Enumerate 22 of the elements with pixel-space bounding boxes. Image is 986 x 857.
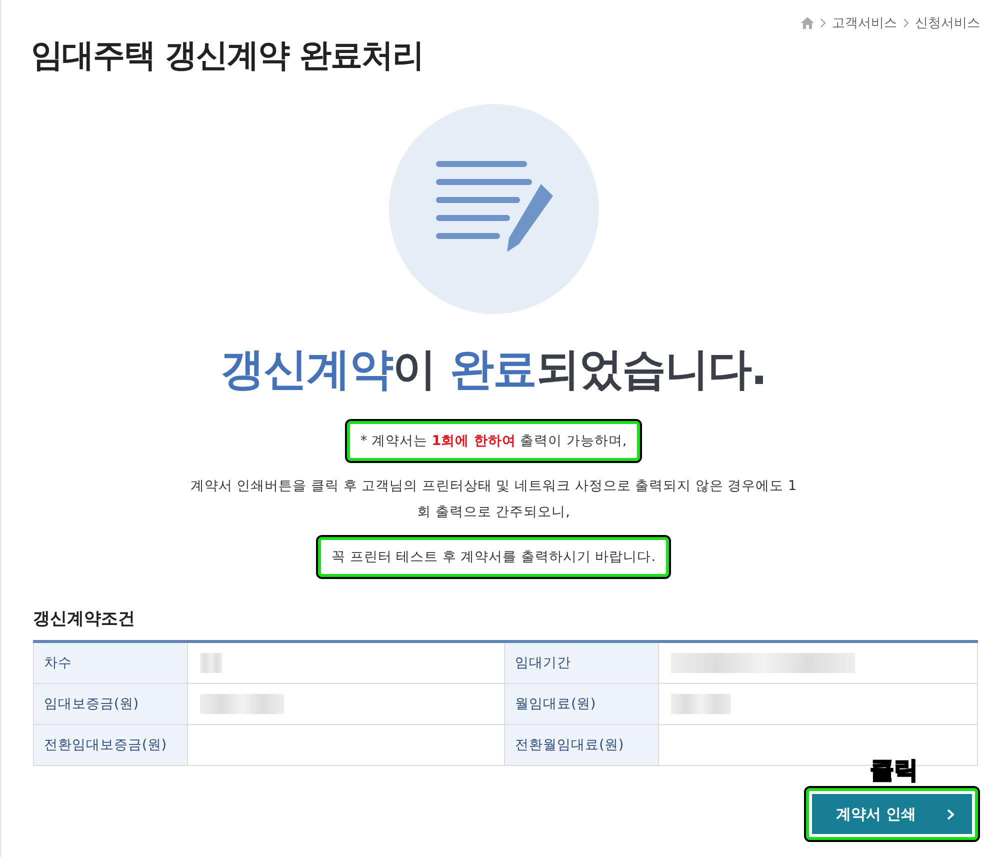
annotation-label: 클릭 (870, 755, 918, 786)
section-title: 갱신계약조건 (33, 608, 136, 630)
redacted-value (671, 694, 732, 714)
print-button[interactable]: 계약서 인쇄 (812, 794, 972, 834)
row-label: 차수 (34, 642, 188, 684)
highlighted-notice: 꼭 프린터 테스트 후 계약서를 출력하시기 바랍니다. (318, 537, 669, 577)
row-label: 월임대료(원) (504, 684, 659, 724)
chevron-icon (947, 808, 954, 820)
row-label: 전환월임대료(원) (504, 724, 659, 766)
row-label: 전환임대보증금(원) (34, 724, 188, 766)
row-label: 임대보증금(원) (34, 684, 188, 724)
notice-text: 계약서 인쇄버튼을 클릭 후 고객님의 프린터상태 및 네트워크 사정으로 출력되지 않은 경우에도 1회 출력으로 간주되오니, (189, 477, 798, 522)
breadcrumb-link[interactable]: 신청서비스 (915, 14, 980, 32)
page-title: 임대주택 갱신계약 완료처리 (31, 35, 424, 76)
home-icon[interactable] (801, 17, 814, 29)
chevron-icon (820, 18, 826, 28)
chevron-icon (903, 18, 909, 28)
completion-message: 갱신계약이 완료되었습니다. (219, 343, 768, 397)
breadcrumb-link[interactable]: 고객서비스 (832, 14, 897, 32)
redacted-value (200, 653, 222, 673)
row-label: 임대기간 (504, 642, 659, 684)
highlighted-notice: * 계약서는 1회에 한하여 출력이 가능하며, (347, 421, 640, 461)
